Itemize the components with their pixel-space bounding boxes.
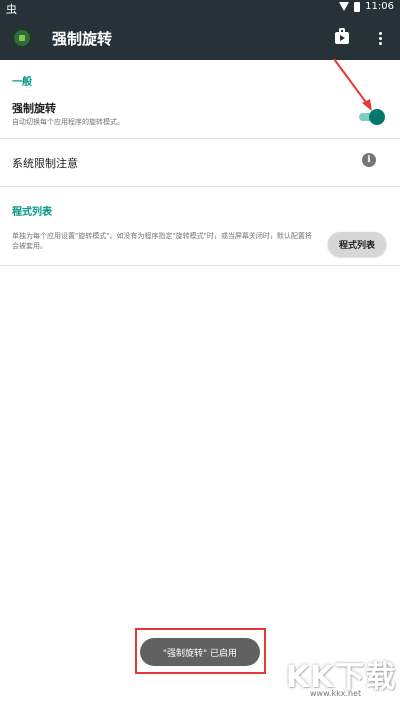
page-title: 强制旋转 bbox=[52, 30, 113, 48]
status-right: 11:06 bbox=[339, 1, 394, 12]
pref-force-rotation-title: 强制旋转 bbox=[12, 102, 56, 115]
divider bbox=[0, 138, 400, 139]
divider bbox=[0, 186, 400, 187]
status-time: 11:06 bbox=[365, 1, 394, 12]
toast: "强制旋转" 已启用 bbox=[140, 638, 260, 666]
app-icon bbox=[12, 28, 32, 48]
app-list-button[interactable]: 程式列表 bbox=[328, 232, 386, 256]
debug-bug-icon: 虫 bbox=[6, 3, 17, 16]
wifi-icon bbox=[339, 2, 350, 11]
pref-force-rotation-subtitle: 自动切换每个应用程序的旋转模式。 bbox=[12, 118, 124, 126]
app-list-description: 单独为每个应用设置"旋转模式"。如没有为程序指定"旋转模式"时，或当屏幕关闭时，… bbox=[12, 232, 312, 250]
status-bar: 虫 11:06 bbox=[0, 0, 400, 16]
section-header-general: 一般 bbox=[12, 77, 32, 88]
info-icon[interactable]: i bbox=[362, 153, 376, 167]
watermark-url: www.kkx.net bbox=[310, 689, 362, 698]
battery-icon bbox=[354, 1, 361, 12]
shopping-bag-icon[interactable] bbox=[328, 24, 356, 52]
section-header-app-list: 程式列表 bbox=[12, 207, 52, 218]
divider bbox=[0, 265, 400, 266]
annotation-arrow-icon bbox=[333, 58, 372, 111]
pref-system-limit-title[interactable]: 系统限制注意 bbox=[12, 155, 78, 171]
app-bar: 强制旋转 bbox=[0, 16, 400, 60]
more-vert-icon[interactable] bbox=[366, 24, 394, 52]
